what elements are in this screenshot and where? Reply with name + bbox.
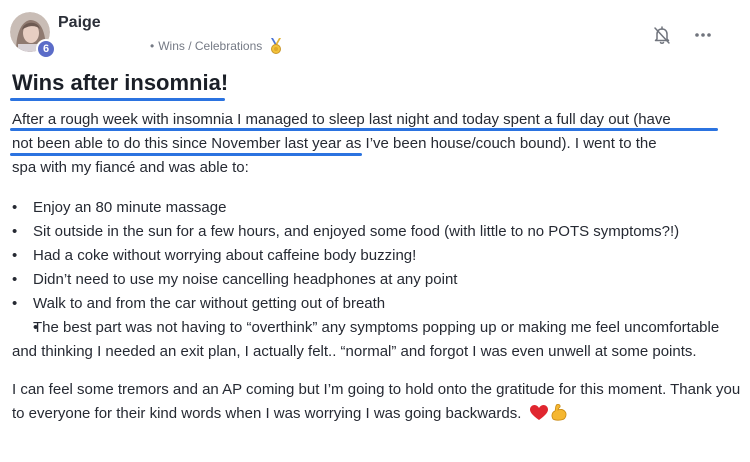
author-avatar-wrapper[interactable]: 6 bbox=[10, 12, 56, 59]
list-item: Didn’t need to use my noise cancelling h… bbox=[12, 268, 742, 292]
meta-separator: • bbox=[150, 39, 155, 53]
title-highlight-underline bbox=[10, 98, 225, 101]
red-heart-icon bbox=[529, 405, 548, 429]
intro-line3: spa with my fiancé and was able to: bbox=[12, 159, 249, 176]
list-item: Enjoy an 80 minute massage bbox=[12, 196, 742, 220]
list-item: Walk to and from the car without getting… bbox=[12, 292, 742, 316]
post-body: After a rough week with insomnia I manag… bbox=[12, 108, 742, 429]
more-options-icon[interactable] bbox=[692, 24, 714, 46]
category-link[interactable]: Wins / Celebrations bbox=[158, 39, 262, 53]
closing-text: I can feel some tremors and an AP coming… bbox=[12, 381, 741, 422]
intro-line2-rest: as I’ve been house/couch bound). I went … bbox=[341, 135, 657, 152]
list-item: Had a coke without worrying about caffei… bbox=[12, 244, 742, 268]
medal-icon bbox=[269, 38, 283, 54]
post-meta: • Wins / Celebrations bbox=[150, 38, 283, 54]
intro-highlighted-text: not been able to do this since November … bbox=[12, 135, 342, 152]
bell-off-icon[interactable] bbox=[651, 24, 673, 46]
closing-paragraph: I can feel some tremors and an AP coming… bbox=[12, 378, 742, 429]
flexed-biceps-icon bbox=[550, 403, 568, 429]
list-item-multiline: The best part was not having to “overthi… bbox=[12, 316, 742, 364]
wins-list: Enjoy an 80 minute massage Sit outside i… bbox=[12, 196, 742, 364]
intro-paragraph: After a rough week with insomnia I manag… bbox=[12, 108, 742, 180]
author-name[interactable]: Paige bbox=[58, 14, 101, 32]
post-title: Wins after insomnia! bbox=[12, 70, 229, 95]
intro-line1: After a rough week with insomnia I manag… bbox=[12, 111, 671, 128]
user-level-badge: 6 bbox=[36, 39, 56, 59]
list-item: Sit outside in the sun for a few hours, … bbox=[12, 220, 742, 244]
